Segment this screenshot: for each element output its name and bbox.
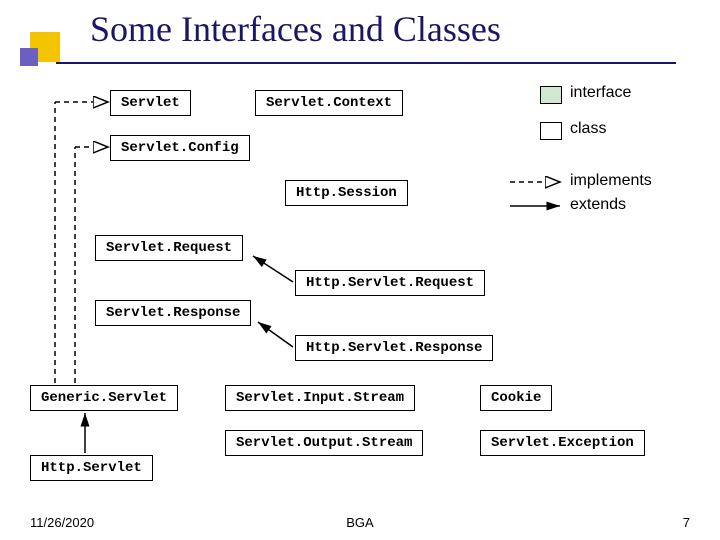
box-servlet-exception: Servlet.Exception [480, 430, 645, 456]
box-http-servlet-request: Http.Servlet.Request [295, 270, 485, 296]
box-servlet-context: Servlet.Context [255, 90, 403, 116]
box-http-servlet: Http.Servlet [30, 455, 153, 481]
footer-center: BGA [0, 515, 720, 530]
legend-interface-swatch [540, 86, 562, 104]
box-servlet-output-stream: Servlet.Output.Stream [225, 430, 423, 456]
box-http-session: Http.Session [285, 180, 408, 206]
legend-class-swatch [540, 122, 562, 140]
box-servlet-config: Servlet.Config [110, 135, 250, 161]
slide-title: Some Interfaces and Classes [90, 8, 501, 50]
box-servlet-request: Servlet.Request [95, 235, 243, 261]
legend-interface-label: interface [570, 84, 631, 102]
slide: Some Interfaces and Classes Servlet Serv… [0, 0, 720, 540]
arrow-httpservletresponse-extends [258, 322, 293, 347]
box-servlet: Servlet [110, 90, 191, 116]
box-http-servlet-response: Http.Servlet.Response [295, 335, 493, 361]
arrow-httpservletrequest-extends [253, 256, 293, 282]
box-servlet-input-stream: Servlet.Input.Stream [225, 385, 415, 411]
footer-page: 7 [683, 515, 690, 530]
title-underline [56, 62, 676, 64]
box-servlet-response: Servlet.Response [95, 300, 251, 326]
legend-class-label: class [570, 120, 606, 138]
legend-implements-label: implements [570, 172, 652, 190]
box-generic-servlet: Generic.Servlet [30, 385, 178, 411]
title-bullet-inner [20, 48, 38, 66]
box-cookie: Cookie [480, 385, 552, 411]
legend-extends-label: extends [570, 196, 626, 214]
